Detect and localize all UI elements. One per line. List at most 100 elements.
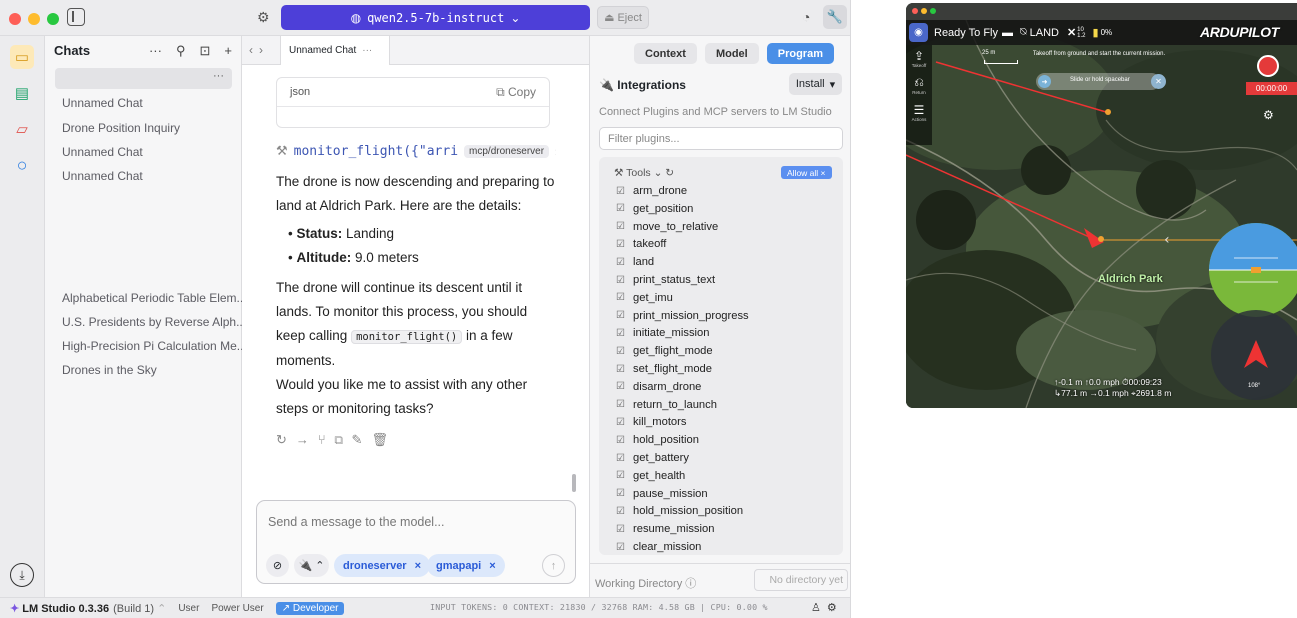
gps-readout[interactable]: 10 1.2 — [1077, 27, 1085, 39]
tool-item[interactable]: ☑ hold_position — [616, 434, 699, 446]
new-folder-icon[interactable]: ⊡ — [200, 43, 211, 59]
edit-icon[interactable]: ✎ — [352, 432, 372, 447]
tool-item[interactable]: ☑ set_flight_mode — [616, 363, 712, 375]
search-icon[interactable]: ○ — [10, 153, 34, 177]
return-button[interactable]: ⎌ Return — [909, 75, 929, 95]
checkbox-icon[interactable]: ☑ — [616, 542, 626, 553]
back-icon[interactable]: ‹ — [249, 43, 259, 57]
chat-item[interactable]: Unnamed Chat — [62, 145, 143, 159]
tools-header[interactable]: ⚒ Tools ⌄ ↻ — [614, 167, 674, 179]
tool-item[interactable]: ☑ disarm_drone — [616, 381, 701, 393]
checkbox-icon[interactable]: ☑ — [616, 239, 626, 250]
more-icon[interactable]: ··· — [149, 43, 162, 59]
tool-call-row[interactable]: ⚒ monitor_flight({"arri mcp/droneserver … — [276, 141, 556, 161]
tab-unnamed-chat[interactable]: Unnamed Chat ··· — [280, 36, 390, 65]
chat-scrollbar[interactable] — [572, 474, 576, 492]
copy-icon[interactable]: ⧉ — [335, 432, 352, 447]
tool-item[interactable]: ☑ pause_mission — [616, 488, 708, 500]
checkbox-icon[interactable]: ☑ — [616, 364, 626, 375]
battery-percent[interactable]: 0% — [1101, 28, 1113, 37]
tool-item[interactable]: ☑ move_to_relative — [616, 221, 718, 233]
new-chat-icon[interactable]: + — [224, 43, 232, 59]
checkbox-icon[interactable]: ☑ — [616, 257, 626, 268]
chat-item[interactable]: U.S. Presidents by Reverse Alph... — [62, 315, 246, 329]
checkbox-icon[interactable]: ☑ — [616, 346, 626, 357]
tool-item[interactable]: ☑ land — [616, 256, 654, 268]
slider-handle[interactable]: ➜ — [1038, 75, 1051, 88]
tool-item[interactable]: ☑ clear_mission — [616, 541, 701, 553]
tool-item[interactable]: ☑ get_imu — [616, 292, 673, 304]
checkbox-icon[interactable]: ☑ — [616, 381, 626, 392]
checkbox-icon[interactable]: ☑ — [616, 453, 626, 464]
tool-item[interactable]: ☑ kill_motors — [616, 416, 686, 428]
tool-item[interactable]: ☑ get_health — [616, 470, 685, 482]
zoom-window-button[interactable] — [930, 8, 936, 14]
working-directory-value[interactable]: No directory yet — [754, 569, 848, 591]
tool-item[interactable]: ☑ print_status_text — [616, 274, 715, 286]
actions-button[interactable]: ☰ Actions — [909, 103, 929, 122]
tool-item[interactable]: ☑ arm_drone — [616, 185, 687, 197]
close-icon[interactable]: ✕ — [1151, 74, 1166, 89]
branch-icon[interactable]: ⑂ — [318, 432, 335, 447]
chat-item[interactable]: Alphabetical Periodic Table Elem... — [62, 291, 247, 305]
mode-power-user[interactable]: Power User — [211, 603, 263, 614]
continue-icon[interactable]: → — [296, 432, 318, 447]
checkbox-icon[interactable]: ☑ — [616, 435, 626, 446]
eject-button[interactable]: ⏏ Eject — [597, 6, 649, 29]
wrench-icon[interactable]: 🔧 — [823, 5, 847, 29]
checkbox-icon[interactable]: ☑ — [616, 328, 626, 339]
checkbox-icon[interactable]: ☑ — [616, 310, 626, 321]
regenerate-icon[interactable]: ↻ — [276, 432, 296, 447]
checkbox-icon[interactable]: ☑ — [616, 506, 626, 517]
minimize-window-button[interactable] — [28, 13, 40, 25]
checkbox-icon[interactable]: ☑ — [616, 186, 626, 197]
install-button[interactable]: Install ▾ — [789, 73, 842, 95]
user-icon[interactable]: ♙ — [811, 602, 827, 614]
tool-item[interactable]: ☑ get_battery — [616, 452, 689, 464]
tool-item[interactable]: ☑ initiate_mission — [616, 327, 709, 339]
close-icon[interactable]: × — [415, 560, 421, 572]
chat-item[interactable]: Unnamed Chat — [62, 96, 143, 110]
plugin-toggle-button[interactable]: 🔌 ⌃ — [294, 554, 329, 577]
allow-all-button[interactable]: Allow all × — [781, 166, 832, 179]
tool-item[interactable]: ☑ print_mission_progress — [616, 310, 749, 322]
tab-program[interactable]: Program — [766, 43, 834, 64]
folder-icon[interactable]: ▱ — [10, 117, 34, 141]
record-button[interactable] — [1257, 55, 1279, 77]
download-icon[interactable]: ⤓ — [10, 563, 34, 587]
message-icon[interactable]: ▬ — [1002, 27, 1013, 39]
checkbox-icon[interactable]: ☑ — [616, 292, 626, 303]
gear-icon[interactable]: ⚙ — [827, 602, 843, 614]
zoom-window-button[interactable] — [47, 13, 59, 25]
tool-item[interactable]: ☑ hold_mission_position — [616, 505, 743, 517]
confirm-slider[interactable]: ➜ Slide or hold spacebar — [1036, 73, 1160, 90]
mode-user[interactable]: User — [178, 603, 199, 614]
tool-item[interactable]: ☑ resume_mission — [616, 523, 714, 535]
checkbox-icon[interactable]: ☑ — [616, 221, 626, 232]
refresh-icon[interactable]: ↻ — [665, 167, 674, 179]
chat-item[interactable]: High-Precision Pi Calculation Me... — [62, 339, 247, 353]
flight-mode[interactable]: LAND — [1030, 27, 1059, 39]
chat-icon[interactable]: ▭ — [10, 45, 34, 69]
checkbox-icon[interactable]: ☑ — [616, 417, 626, 428]
forward-icon[interactable]: › — [259, 43, 269, 57]
tab-menu-icon[interactable]: ··· — [362, 45, 372, 56]
plugin-chip-droneserver[interactable]: droneserver × — [334, 554, 431, 577]
vehicle-status[interactable]: Ready To Fly — [934, 27, 998, 39]
tool-item[interactable]: ☑ takeoff — [616, 238, 666, 250]
tab-context[interactable]: Context — [634, 43, 697, 64]
filter-plugins-input[interactable] — [599, 127, 843, 150]
model-selector-button[interactable]: ◍ qwen2.5-7b-instruct ⌄ — [281, 5, 590, 30]
attach-icon[interactable]: ⊘ — [266, 554, 289, 577]
help-icon[interactable]: ⓘ — [685, 578, 696, 590]
mode-developer[interactable]: ↗ Developer — [275, 601, 345, 615]
gear-icon[interactable]: ⚙ — [257, 9, 270, 26]
checkbox-icon[interactable]: ☑ — [616, 470, 626, 481]
checkbox-icon[interactable]: ☑ — [616, 203, 626, 214]
close-window-button[interactable] — [912, 8, 918, 14]
close-icon[interactable]: × — [489, 560, 495, 572]
trash-icon[interactable]: 🗑 — [371, 432, 397, 447]
checkbox-icon[interactable]: ☑ — [616, 524, 626, 535]
tool-item[interactable]: ☑ return_to_launch — [616, 399, 717, 411]
selected-chat-item[interactable]: ··· — [55, 68, 232, 89]
